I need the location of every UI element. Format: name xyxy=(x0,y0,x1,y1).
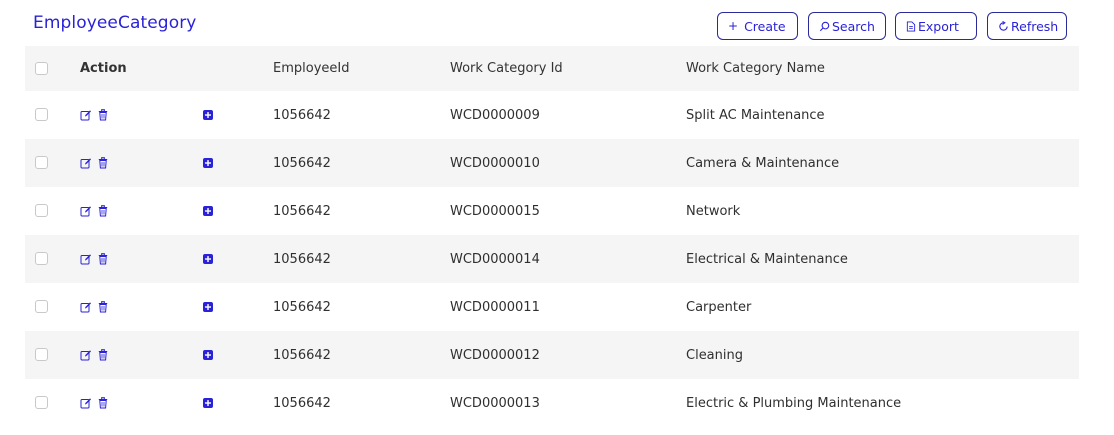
delete-icon[interactable] xyxy=(98,109,108,121)
cell-employee-id: 1056642 xyxy=(273,203,331,219)
cell-work-category-name: Electrical & Maintenance xyxy=(686,251,848,267)
document-icon xyxy=(906,20,916,32)
cell-work-category-id: WCD0000012 xyxy=(450,347,540,363)
expand-row-icon[interactable] xyxy=(203,398,213,408)
refresh-icon xyxy=(999,20,1008,31)
cell-employee-id: 1056642 xyxy=(273,347,331,363)
table-header: Action EmployeeId Work Category Id Work … xyxy=(25,46,1079,91)
cell-work-category-id: WCD0000013 xyxy=(450,395,540,411)
column-header-employee-id[interactable]: EmployeeId xyxy=(273,46,349,91)
row-checkbox[interactable] xyxy=(35,396,48,409)
table-row: 1056642 WCD0000015 Network xyxy=(25,187,1079,235)
cell-employee-id: 1056642 xyxy=(273,107,331,123)
expand-row-icon[interactable] xyxy=(203,206,213,216)
row-checkbox[interactable] xyxy=(35,204,48,217)
expand-row-icon[interactable] xyxy=(203,350,213,360)
export-button[interactable]: Export xyxy=(895,12,977,40)
expand-row-icon[interactable] xyxy=(203,302,213,312)
delete-icon[interactable] xyxy=(98,397,108,409)
cell-work-category-id: WCD0000011 xyxy=(450,299,540,315)
column-header-work-category-id[interactable]: Work Category Id xyxy=(450,46,563,91)
column-header-action: Action xyxy=(80,61,127,76)
cell-work-category-id: WCD0000010 xyxy=(450,155,540,171)
select-all-checkbox[interactable] xyxy=(35,61,48,75)
search-button-label: Search xyxy=(832,18,875,34)
delete-icon[interactable] xyxy=(98,253,108,265)
search-button[interactable]: Search xyxy=(808,12,886,40)
cell-employee-id: 1056642 xyxy=(273,395,331,411)
data-grid: Action EmployeeId Work Category Id Work … xyxy=(25,46,1079,427)
edit-icon[interactable] xyxy=(80,157,92,169)
delete-icon[interactable] xyxy=(98,349,108,361)
row-checkbox[interactable] xyxy=(35,156,48,169)
edit-icon[interactable] xyxy=(80,109,92,121)
refresh-button[interactable]: Refresh xyxy=(987,12,1067,40)
edit-icon[interactable] xyxy=(80,301,92,313)
cell-work-category-id: WCD0000015 xyxy=(450,203,540,219)
row-actions xyxy=(80,157,108,169)
export-button-label: Export xyxy=(918,18,959,34)
delete-icon[interactable] xyxy=(98,301,108,313)
edit-icon[interactable] xyxy=(80,253,92,265)
row-actions xyxy=(80,301,108,313)
row-actions xyxy=(80,397,108,409)
cell-work-category-id: WCD0000014 xyxy=(450,251,540,267)
cell-employee-id: 1056642 xyxy=(273,155,331,171)
cell-work-category-name: Carpenter xyxy=(686,299,752,315)
expand-row-icon[interactable] xyxy=(203,254,213,264)
cell-work-category-name: Camera & Maintenance xyxy=(686,155,840,171)
row-actions xyxy=(80,205,108,217)
delete-icon[interactable] xyxy=(98,205,108,217)
row-checkbox[interactable] xyxy=(35,108,48,121)
cell-work-category-name: Network xyxy=(686,203,741,219)
plus-icon: + xyxy=(728,19,739,33)
toolbar: + Create Search Export Refresh xyxy=(0,12,1114,42)
edit-icon[interactable] xyxy=(80,349,92,361)
edit-icon[interactable] xyxy=(80,205,92,217)
edit-icon[interactable] xyxy=(80,397,92,409)
row-checkbox[interactable] xyxy=(35,252,48,265)
row-checkbox[interactable] xyxy=(35,348,48,361)
table-row: 1056642 WCD0000013 Electric & Plumbing M… xyxy=(25,379,1079,427)
row-actions xyxy=(80,109,108,121)
create-button-label: Create xyxy=(744,18,786,34)
table-row: 1056642 WCD0000011 Carpenter xyxy=(25,283,1079,331)
create-button[interactable]: + Create xyxy=(717,12,798,40)
cell-work-category-name: Split AC Maintenance xyxy=(686,107,825,123)
row-actions xyxy=(80,349,108,361)
table-row: 1056642 WCD0000010 Camera & Maintenance xyxy=(25,139,1079,187)
search-icon xyxy=(819,21,830,31)
column-header-work-category-name[interactable]: Work Category Name xyxy=(686,46,825,91)
refresh-button-label: Refresh xyxy=(1011,18,1059,34)
cell-employee-id: 1056642 xyxy=(273,299,331,315)
table-row: 1056642 WCD0000009 Split AC Maintenance xyxy=(25,91,1079,139)
expand-row-icon[interactable] xyxy=(203,158,213,168)
cell-work-category-name: Electric & Plumbing Maintenance xyxy=(686,395,902,411)
cell-employee-id: 1056642 xyxy=(273,251,331,267)
cell-work-category-id: WCD0000009 xyxy=(450,107,540,123)
table-row: 1056642 WCD0000014 Electrical & Maintena… xyxy=(25,235,1079,283)
cell-work-category-name: Cleaning xyxy=(686,347,743,363)
row-actions xyxy=(80,253,108,265)
expand-row-icon[interactable] xyxy=(203,110,213,120)
table-row: 1056642 WCD0000012 Cleaning xyxy=(25,331,1079,379)
delete-icon[interactable] xyxy=(98,157,108,169)
row-checkbox[interactable] xyxy=(35,300,48,313)
